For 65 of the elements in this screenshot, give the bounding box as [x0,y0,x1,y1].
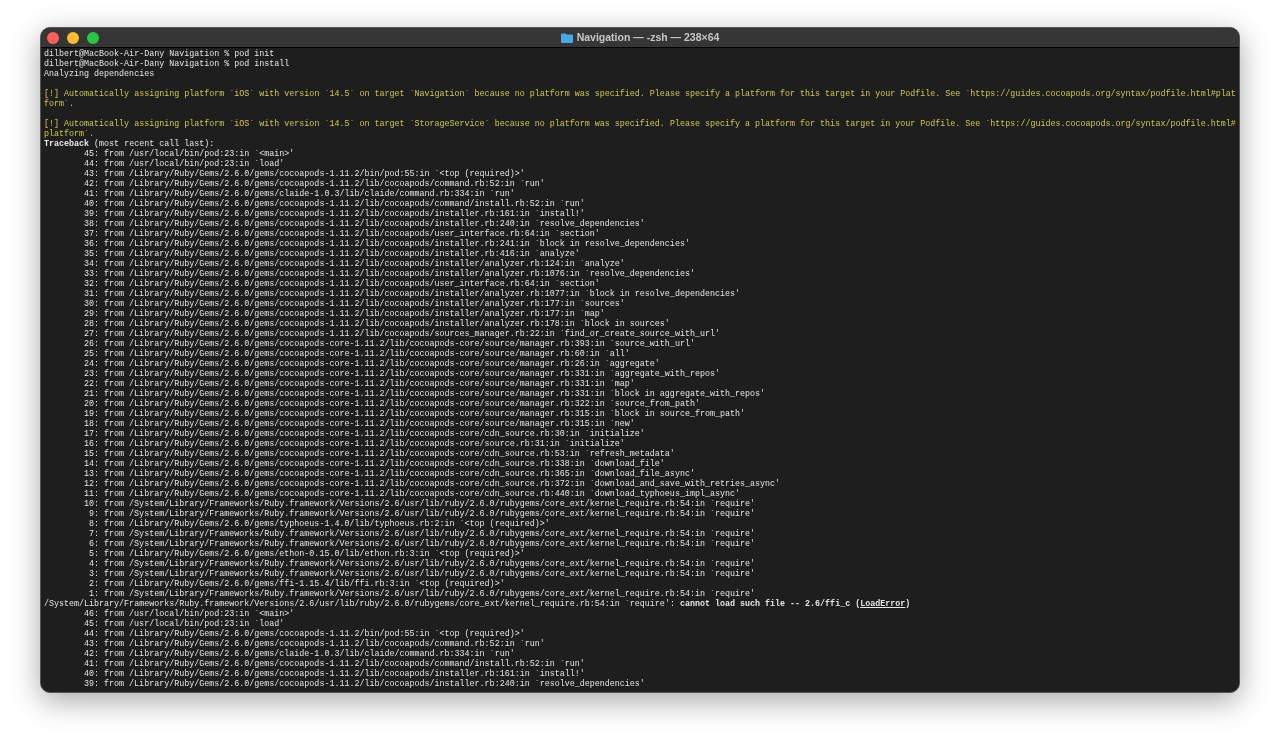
traceback-line: 26: from /Library/Ruby/Gems/2.6.0/gems/cocoapods-core-1.11.2/lib/cocoapods-core/source/manager.rb:393:in `source_with_url' [83,339,695,349]
traceback-line: 30: from /Library/Ruby/Gems/2.6.0/gems/cocoapods-1.11.2/lib/cocoapods/installer/analyzer.rb:177:in `sources' [83,299,625,309]
traceback-line: 43: from /Library/Ruby/Gems/2.6.0/gems/cocoapods-1.11.2/lib/cocoapods/command.rb:52:in `run' [83,639,545,649]
traceback-line: 42: from /Library/Ruby/Gems/2.6.0/gems/cocoapods-1.11.2/lib/cocoapods/command.rb:52:in `run' [83,179,545,189]
traceback-line: 9: from /System/Library/Frameworks/Ruby.framework/Versions/2.6/usr/lib/ruby/2.6.0/rubygems/core_ext/kernel_require.rb:54:in `require' [88,509,755,519]
traceback-line: 4: from /System/Library/Frameworks/Ruby.framework/Versions/2.6/usr/lib/ruby/2.6.0/rubygems/core_ext/kernel_require.rb:54:in `require' [88,559,755,569]
traceback-line: 42: from /Library/Ruby/Gems/2.6.0/gems/claide-1.0.3/lib/claide/command.rb:334:in `run' [83,649,515,659]
traceback-line: 23: from /Library/Ruby/Gems/2.6.0/gems/cocoapods-core-1.11.2/lib/cocoapods-core/source/manager.rb:331:in `aggregate_with_repos' [83,369,720,379]
traceback-line: 11: from /Library/Ruby/Gems/2.6.0/gems/cocoapods-core-1.11.2/lib/cocoapods-core/cdn_source.rb:440:in `download_typhoeus_impl_async' [83,489,740,499]
error-message: /System/Library/Frameworks/Ruby.framework/Versions/2.6/usr/lib/ruby/2.6.0/rubygems/core_ext/kernel_require.rb:54:in `require': cannot load such file -- 2.6/ffi_c (LoadError) [44,599,911,609]
traceback-line: 41: from /Library/Ruby/Gems/2.6.0/gems/claide-1.0.3/lib/claide/command.rb:334:in `run' [83,189,515,199]
traceback-line: 33: from /Library/Ruby/Gems/2.6.0/gems/cocoapods-1.11.2/lib/cocoapods/installer/analyzer.rb:1076:in `resolve_dependencies' [83,269,695,279]
traceback-line: 22: from /Library/Ruby/Gems/2.6.0/gems/cocoapods-core-1.11.2/lib/cocoapods-core/source/manager.rb:331:in `map' [83,379,635,389]
traceback-line: 10: from /System/Library/Frameworks/Ruby.framework/Versions/2.6/usr/lib/ruby/2.6.0/rubygems/core_ext/kernel_require.rb:54:in `require' [83,499,755,509]
traceback-line: 39: from /Library/Ruby/Gems/2.6.0/gems/cocoapods-1.11.2/lib/cocoapods/installer.rb:240:in `resolve_dependencies' [83,679,645,689]
traceback-line: 40: from /Library/Ruby/Gems/2.6.0/gems/cocoapods-1.11.2/lib/cocoapods/command/install.rb:52:in `run' [83,199,585,209]
traceback-line: 20: from /Library/Ruby/Gems/2.6.0/gems/cocoapods-core-1.11.2/lib/cocoapods-core/source/manager.rb:322:in `source_from_path' [83,399,700,409]
traceback-line: 28: from /Library/Ruby/Gems/2.6.0/gems/cocoapods-1.11.2/lib/cocoapods/installer/analyzer.rb:178:in `block in sources' [83,319,670,329]
traceback-line: 5: from /Library/Ruby/Gems/2.6.0/gems/ethon-0.15.0/lib/ethon.rb:3:in `<top (required)>' [88,549,525,559]
command-line: dilbert@MacBook-Air-Dany Navigation % pod install [44,59,290,69]
output-line: Analyzing dependencies [44,69,155,79]
traceback-line: 45: from /usr/local/bin/pod:23:in `load' [83,619,285,629]
traceback-line: 6: from /System/Library/Frameworks/Ruby.framework/Versions/2.6/usr/lib/ruby/2.6.0/rubygems/core_ext/kernel_require.rb:54:in `require' [88,539,755,549]
traceback-line: 41: from /Library/Ruby/Gems/2.6.0/gems/cocoapods-1.11.2/lib/cocoapods/command/install.rb:52:in `run' [83,659,585,669]
traceback-line: 18: from /Library/Ruby/Gems/2.6.0/gems/cocoapods-core-1.11.2/lib/cocoapods-core/source/manager.rb:315:in `new' [83,419,635,429]
traceback-line: 7: from /System/Library/Frameworks/Ruby.framework/Versions/2.6/usr/lib/ruby/2.6.0/rubygems/core_ext/kernel_require.rb:54:in `require' [88,529,755,539]
traceback-line: 3: from /System/Library/Frameworks/Ruby.framework/Versions/2.6/usr/lib/ruby/2.6.0/rubygems/core_ext/kernel_require.rb:54:in `require' [88,569,755,579]
folder-icon [560,32,573,43]
traceback-line: 19: from /Library/Ruby/Gems/2.6.0/gems/cocoapods-core-1.11.2/lib/cocoapods-core/source/manager.rb:315:in `block in source_from_path' [83,409,745,419]
traceback-line: 44: from /Library/Ruby/Gems/2.6.0/gems/cocoapods-1.11.2/bin/pod:55:in `<top (required)>' [83,629,525,639]
traceback-line: 13: from /Library/Ruby/Gems/2.6.0/gems/cocoapods-core-1.11.2/lib/cocoapods-core/cdn_source.rb:365:in `download_file_async' [83,469,695,479]
traceback-line: 15: from /Library/Ruby/Gems/2.6.0/gems/cocoapods-core-1.11.2/lib/cocoapods-core/cdn_source.rb:53:in `refresh_metadata' [83,449,675,459]
traceback-line: 37: from /Library/Ruby/Gems/2.6.0/gems/cocoapods-1.11.2/lib/cocoapods/user_interface.rb:64:in `section' [83,229,600,239]
traceback-line: 8: from /Library/Ruby/Gems/2.6.0/gems/typhoeus-1.4.0/lib/typhoeus.rb:2:in `<top (required)>' [88,519,550,529]
window-title: Navigation — -zsh — 238×64 [576,29,720,45]
traceback-line: 21: from /Library/Ruby/Gems/2.6.0/gems/cocoapods-core-1.11.2/lib/cocoapods-core/source/manager.rb:331:in `block in aggregate_with_repos' [83,389,765,399]
traceback-line: 12: from /Library/Ruby/Gems/2.6.0/gems/cocoapods-core-1.11.2/lib/cocoapods-core/cdn_source.rb:372:in `download_and_save_with_retries_async' [83,479,781,489]
traceback-line: 17: from /Library/Ruby/Gems/2.6.0/gems/cocoapods-core-1.11.2/lib/cocoapods-core/cdn_source.rb:30:in `initialize' [83,429,645,439]
output-line: Traceback (most recent call last): [44,139,215,149]
traceback-line: 1: from /System/Library/Frameworks/Ruby.framework/Versions/2.6/usr/lib/ruby/2.6.0/rubygems/core_ext/kernel_require.rb:54:in `require' [88,589,755,599]
command-line: dilbert@MacBook-Air-Dany Navigation % pod init [44,49,275,59]
traceback-line: 38: from /Library/Ruby/Gems/2.6.0/gems/cocoapods-1.11.2/lib/cocoapods/installer.rb:240:in `resolve_dependencies' [83,219,645,229]
traceback-line: 25: from /Library/Ruby/Gems/2.6.0/gems/cocoapods-core-1.11.2/lib/cocoapods-core/source/manager.rb:60:in `all' [83,349,630,359]
minimize-button[interactable] [67,31,79,44]
warning-message: [!] Automatically assigning platform `iOS` with version `14.5` on target `StorageService` because no platform was specified. Please specify a platform for this target in your Podfile. See `https://guides.cocoapods.org/syntax/podfile.html#platform`. [44,119,1236,139]
traceback-line: 44: from /usr/local/bin/pod:23:in `load' [83,159,285,169]
traceback-line: 31: from /Library/Ruby/Gems/2.6.0/gems/cocoapods-1.11.2/lib/cocoapods/installer/analyzer.rb:1077:in `block in resolve_dependencies' [83,289,740,299]
traceback-line: 2: from /Library/Ruby/Gems/2.6.0/gems/ffi-1.15.4/lib/ffi.rb:3:in `<top (required)>' [88,579,505,589]
zoom-button[interactable] [87,31,99,44]
traceback-line: 16: from /Library/Ruby/Gems/2.6.0/gems/cocoapods-core-1.11.2/lib/cocoapods-core/source.rb:31:in `initialize' [83,439,625,449]
traceback-line: 46: from /usr/local/bin/pod:23:in `<main>' [83,609,295,619]
close-button[interactable] [47,31,59,44]
traceback-line: 14: from /Library/Ruby/Gems/2.6.0/gems/cocoapods-core-1.11.2/lib/cocoapods-core/cdn_source.rb:338:in `download_file' [83,459,665,469]
traceback-line: 29: from /Library/Ruby/Gems/2.6.0/gems/cocoapods-1.11.2/lib/cocoapods/installer/analyzer.rb:177:in `map' [83,309,605,319]
traceback-line: 35: from /Library/Ruby/Gems/2.6.0/gems/cocoapods-1.11.2/lib/cocoapods/installer.rb:416:in `analyze' [83,249,580,259]
traceback-line: 40: from /Library/Ruby/Gems/2.6.0/gems/cocoapods-1.11.2/lib/cocoapods/installer.rb:161:in `install!' [83,669,585,679]
traceback-line: 45: from /usr/local/bin/pod:23:in `<main>' [83,149,295,159]
traceback-line: 34: from /Library/Ruby/Gems/2.6.0/gems/cocoapods-1.11.2/lib/cocoapods/installer/analyzer.rb:124:in `analyze' [83,259,625,269]
traceback-line: 39: from /Library/Ruby/Gems/2.6.0/gems/cocoapods-1.11.2/lib/cocoapods/installer.rb:161:in `install!' [83,209,585,219]
traceback-line: 27: from /Library/Ruby/Gems/2.6.0/gems/cocoapods-1.11.2/lib/cocoapods/sources_manager.rb:22:in `find_or_create_source_with_url' [83,329,720,339]
traceback-line: 43: from /Library/Ruby/Gems/2.6.0/gems/cocoapods-1.11.2/bin/pod:55:in `<top (required)>' [83,169,525,179]
traceback-line: 36: from /Library/Ruby/Gems/2.6.0/gems/cocoapods-1.11.2/lib/cocoapods/installer.rb:241:in `block in resolve_dependencies' [83,239,690,249]
traceback-line: 32: from /Library/Ruby/Gems/2.6.0/gems/cocoapods-1.11.2/lib/cocoapods/user_interface.rb:64:in `section' [83,279,600,289]
traceback-line: 24: from /Library/Ruby/Gems/2.6.0/gems/cocoapods-core-1.11.2/lib/cocoapods-core/source/manager.rb:26:in `aggregate' [83,359,660,369]
warning-message: [!] Automatically assigning platform `iOS` with version `14.5` on target `Navigation` because no platform was specified. Please specify a platform for this target in your Podfile. See `https://guides.cocoapods.org/syntax/podfile.html#platform`. [44,89,1236,109]
